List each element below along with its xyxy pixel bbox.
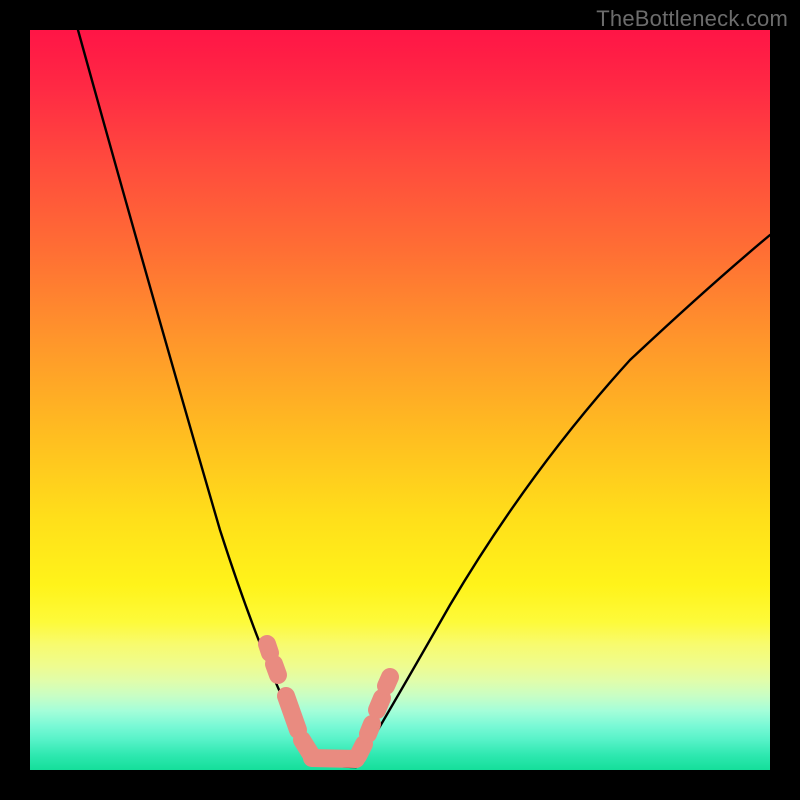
right-curve bbox=[356, 235, 770, 767]
plot-area bbox=[30, 30, 770, 770]
watermark-text: TheBottleneck.com bbox=[596, 6, 788, 32]
curves-layer bbox=[30, 30, 770, 770]
good-zone-markers bbox=[267, 644, 390, 759]
chart-frame: TheBottleneck.com bbox=[0, 0, 800, 800]
